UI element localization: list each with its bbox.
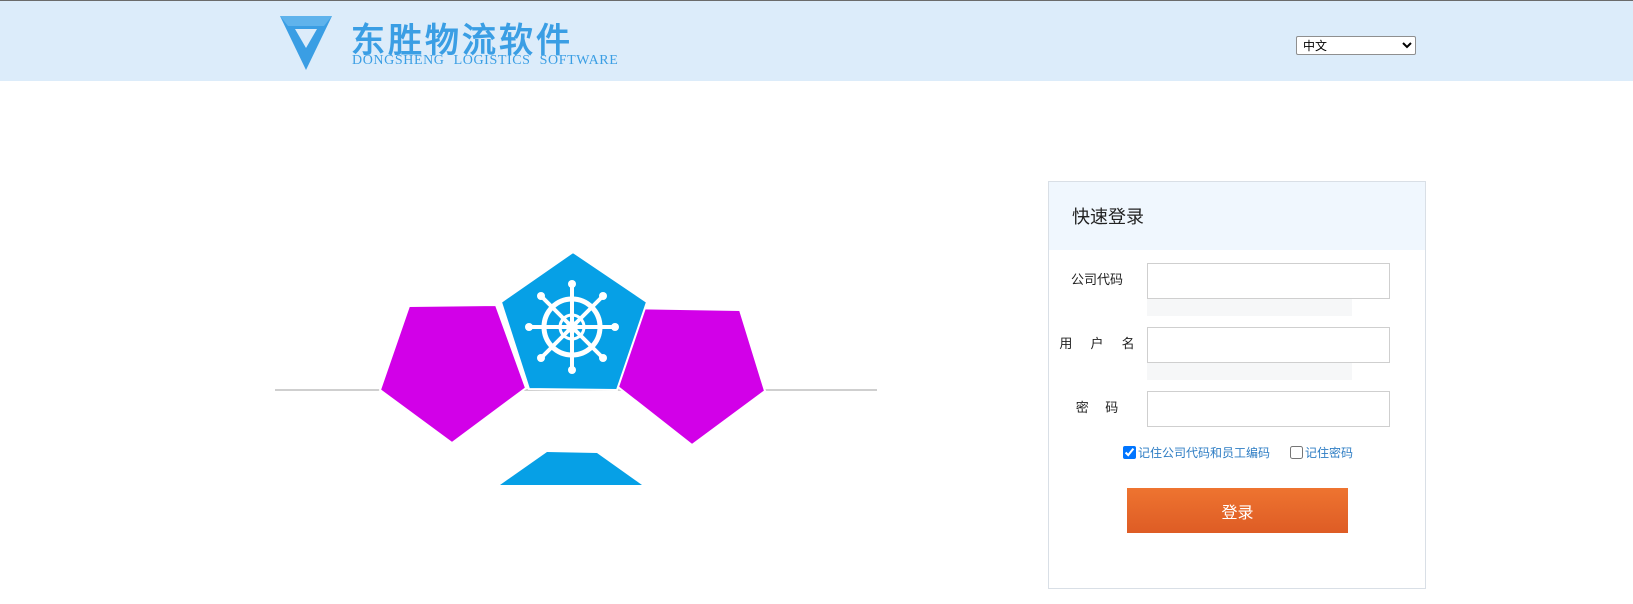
remember-code-checkbox[interactable]: [1123, 446, 1136, 459]
remember-options: 记住公司代码和员工编码 记住密码: [1123, 444, 1353, 461]
username-row: 用 户 名: [1049, 327, 1427, 363]
company-code-input[interactable]: [1147, 263, 1390, 299]
login-panel: 快速登录 公司代码 用 户 名 密 码 记住公司代码和员工编码 记住密码 登录: [1048, 181, 1426, 589]
brand-name-en: DONGSHENG LOGISTICS SOFTWARE: [352, 53, 619, 68]
bottom-shape: [500, 452, 642, 485]
username-input[interactable]: [1147, 327, 1390, 363]
username-label: 用 户 名: [1059, 337, 1135, 352]
language-select[interactable]: 中文: [1296, 36, 1416, 55]
remember-password-label[interactable]: 记住密码: [1305, 444, 1353, 461]
password-label: 密 码: [1075, 401, 1119, 416]
hero-illustration: [275, 250, 877, 485]
company-code-label: 公司代码: [1070, 273, 1123, 288]
left-pentagon-shape: [378, 303, 528, 445]
remember-password-option[interactable]: 记住密码: [1290, 444, 1353, 461]
username-hint: [1147, 363, 1352, 380]
company-code-row: 公司代码: [1049, 263, 1427, 299]
ship-wheel-icon: [525, 280, 619, 374]
login-panel-header: 快速登录: [1049, 182, 1425, 250]
right-pentagon-shape: [616, 306, 767, 447]
login-title: 快速登录: [1072, 207, 1144, 228]
remember-code-option[interactable]: 记住公司代码和员工编码: [1123, 444, 1270, 461]
diamond-logo-icon: [280, 16, 332, 70]
remember-password-checkbox[interactable]: [1290, 446, 1304, 459]
company-code-hint: [1147, 299, 1352, 316]
top-header: 东胜物流软件 DONGSHENG LOGISTICS SOFTWARE 中文: [0, 0, 1633, 81]
login-button[interactable]: 登录: [1127, 488, 1348, 533]
remember-code-label[interactable]: 记住公司代码和员工编码: [1138, 444, 1270, 461]
password-row: 密 码: [1049, 391, 1427, 427]
password-input[interactable]: [1147, 391, 1390, 427]
